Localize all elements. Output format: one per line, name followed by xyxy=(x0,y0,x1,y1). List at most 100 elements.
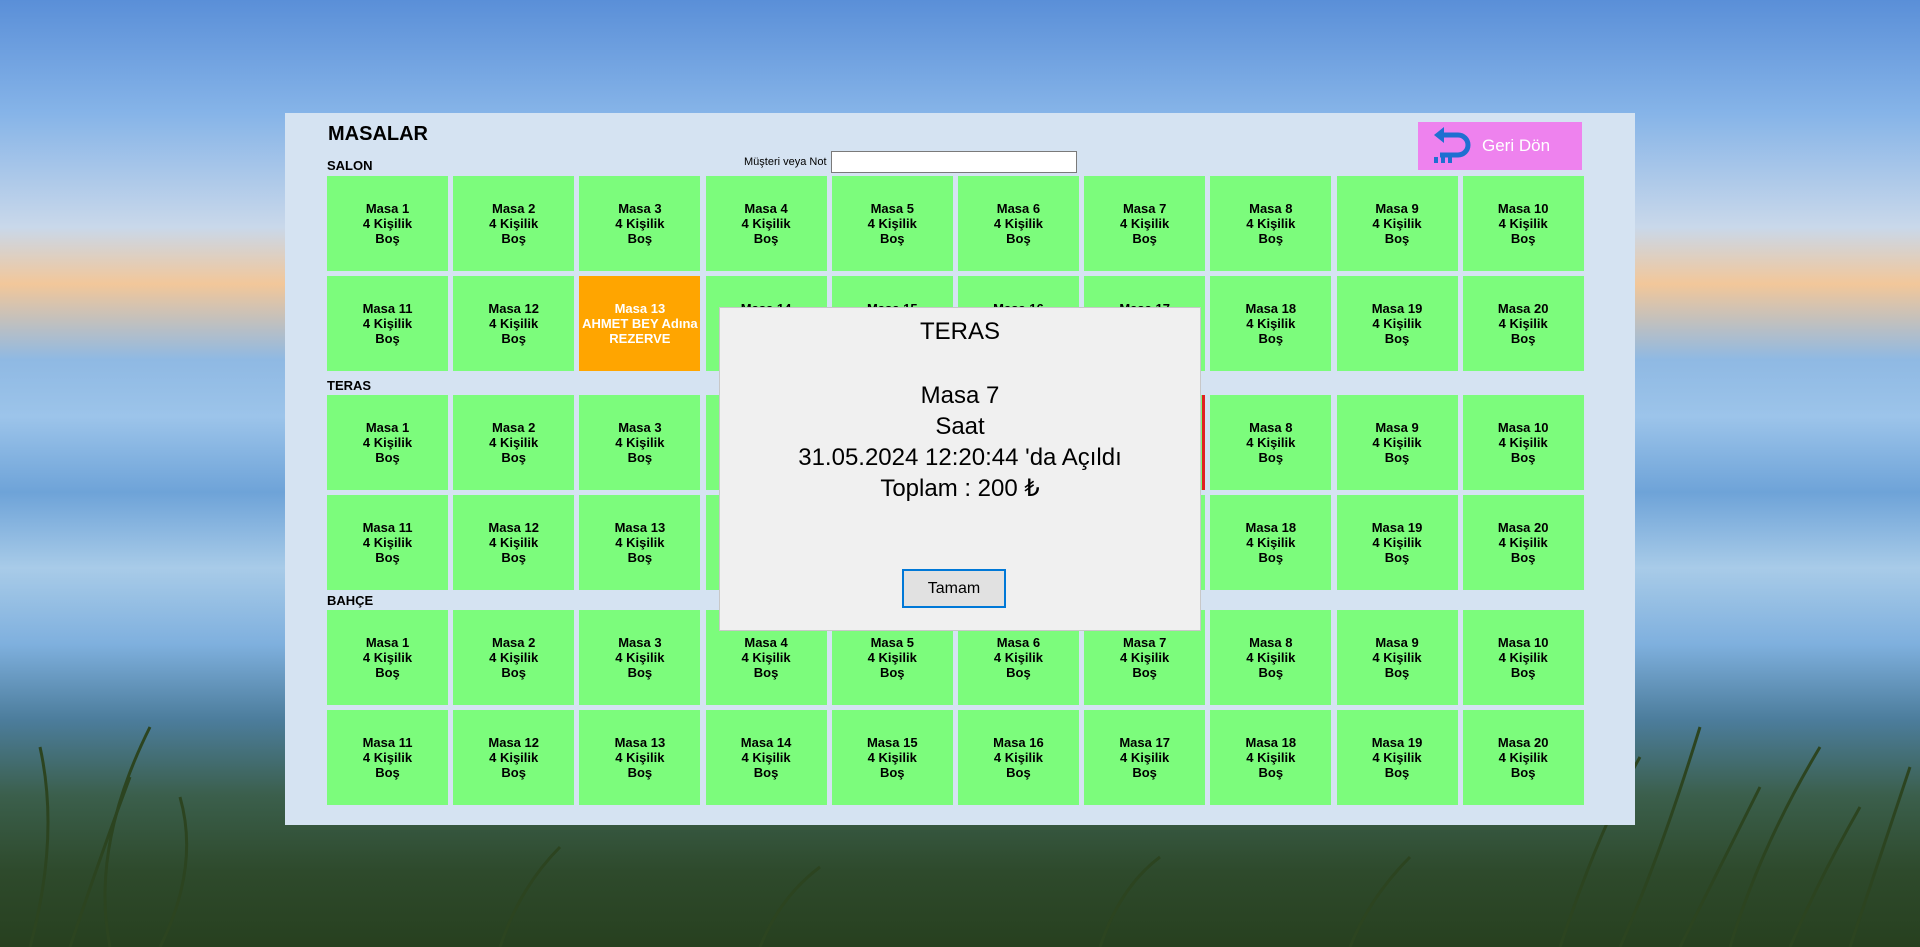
table-tile[interactable]: Masa 64 KişilikBoş xyxy=(957,176,1079,271)
table-status: Boş xyxy=(1258,331,1284,346)
table-tile[interactable]: Masa 24 Kişilik Boş xyxy=(453,176,575,271)
table-tile[interactable]: Masa 11 4 Kişilik Boş xyxy=(327,276,448,371)
table-tile[interactable]: Masa 13 4 Kişilik Boş xyxy=(579,495,701,590)
table-tile[interactable]: Masa 14 Kişilik Boş xyxy=(327,176,448,271)
table-capacity: 4 Kişilik xyxy=(1498,316,1548,331)
table-tile[interactable]: Masa 24 Kişilik Boş xyxy=(453,395,575,490)
table-capacity: 4 Kişilik xyxy=(1246,435,1296,450)
table-status: Boş xyxy=(1510,665,1536,680)
table-tile[interactable]: Masa 10 4 Kişilik Boş xyxy=(1462,176,1584,271)
table-tile[interactable]: Masa 84 Kişilik Boş xyxy=(1210,395,1332,490)
table-tile[interactable]: Masa 19 4 Kişilik Boş xyxy=(1336,276,1458,371)
table-status: Boş xyxy=(627,665,653,680)
table-tile[interactable]: Masa 12 4 Kişilik Boş xyxy=(453,276,575,371)
table-capacity: 4 Kişilik xyxy=(1120,216,1170,231)
table-tile[interactable]: Masa 34 Kişilik Boş xyxy=(579,176,701,271)
table-capacity: 4 Kişilik xyxy=(1246,535,1296,550)
dialog-total: Toplam : 200 ₺ xyxy=(880,475,1040,502)
table-tile[interactable]: Masa 13 AHMET BEY Adına REZERVE xyxy=(579,276,701,371)
table-tile[interactable]: Masa 13 4 Kişilik Boş xyxy=(579,710,701,805)
table-status: Boş xyxy=(627,231,653,246)
table-status: Boş xyxy=(501,550,526,565)
table-status: Boş xyxy=(501,665,526,680)
table-tile[interactable]: Masa 20 4 Kişilik Boş xyxy=(1462,276,1584,371)
table-tile[interactable]: Masa 12 4 Kişilik Boş xyxy=(453,495,575,590)
table-name: Masa 2 xyxy=(492,635,536,650)
table-name: Masa 8 xyxy=(1249,420,1293,435)
table-tile[interactable]: Masa 19 4 Kişilik Boş xyxy=(1336,710,1458,805)
table-status: Boş xyxy=(879,665,905,680)
table-status: Boş xyxy=(1132,231,1157,246)
table-tile[interactable]: Masa 154 KişilikBoş xyxy=(831,710,953,805)
table-name: Masa 17 xyxy=(1119,735,1170,750)
table-tile[interactable]: Masa 12 4 Kişilik Boş xyxy=(453,710,575,805)
table-status: Boş xyxy=(1384,450,1410,465)
table-tile[interactable]: Masa 84 Kişilik Boş xyxy=(1210,610,1332,705)
table-status: Boş xyxy=(501,331,526,346)
table-name: Masa 2 xyxy=(492,420,536,435)
table-tile[interactable]: Masa 164 KişilikBoş xyxy=(957,710,1079,805)
table-tile[interactable]: Masa 10 4 Kişilik Boş xyxy=(1462,395,1584,490)
back-button[interactable]: Geri Dön xyxy=(1418,122,1582,170)
table-name: Masa 13 xyxy=(614,735,666,750)
table-tile[interactable]: Masa 14 Kişilik Boş xyxy=(327,395,448,490)
table-capacity: 4 Kişilik xyxy=(993,750,1043,765)
table-status: Boş xyxy=(1258,231,1284,246)
table-status: Boş xyxy=(375,765,400,780)
table-status: Boş xyxy=(501,231,526,246)
table-name: Masa 9 xyxy=(1375,420,1419,435)
table-tile[interactable]: Masa 20 4 Kişilik Boş xyxy=(1462,710,1584,805)
table-name: Masa 12 xyxy=(488,520,539,535)
table-name: Masa 3 xyxy=(618,201,662,216)
table-name: Masa 18 xyxy=(1245,735,1297,750)
section-label-bahce: BAHÇE xyxy=(327,593,374,608)
table-tile[interactable]: Masa 11 4 Kişilik Boş xyxy=(327,495,448,590)
table-tile[interactable]: Masa 94 Kişilik Boş xyxy=(1336,176,1458,271)
table-tile[interactable]: Masa 18 4 Kişilik Boş xyxy=(1210,710,1332,805)
table-status: Boş xyxy=(501,765,526,780)
table-tile[interactable]: Masa 84 Kişilik Boş xyxy=(1210,176,1332,271)
table-tile[interactable]: Masa 19 4 Kişilik Boş xyxy=(1336,495,1458,590)
table-tile[interactable]: Masa 34 Kişilik Boş xyxy=(579,395,701,490)
table-status: Boş xyxy=(375,450,400,465)
table-capacity: 4 Kişilik xyxy=(1372,435,1422,450)
table-name: Masa 11 xyxy=(362,735,413,750)
table-tile[interactable]: Masa 11 4 Kişilik Boş xyxy=(327,710,448,805)
table-name: Masa 3 xyxy=(618,635,662,650)
page-title: MASALAR xyxy=(328,123,428,145)
table-name: Masa 8 xyxy=(1249,635,1293,650)
table-name: Masa 6 xyxy=(996,201,1041,216)
table-name: Masa 13 xyxy=(614,301,666,316)
back-button-label: Geri Dön xyxy=(1482,136,1551,155)
table-tile[interactable]: Masa 44 KişilikBoş xyxy=(705,176,827,271)
table-status: Boş xyxy=(1132,665,1157,680)
table-capacity: 4 Kişilik xyxy=(362,316,413,331)
table-tile[interactable]: Masa 20 4 Kişilik Boş xyxy=(1462,495,1584,590)
table-tile[interactable]: Masa 34 Kişilik Boş xyxy=(579,610,701,705)
table-tile[interactable]: Masa 74 KişilikBoş xyxy=(1084,176,1206,271)
table-tile[interactable]: Masa 18 4 Kişilik Boş xyxy=(1210,276,1332,371)
table-name: Masa 12 xyxy=(488,301,539,316)
table-tile[interactable]: Masa 14 Kişilik Boş xyxy=(327,610,448,705)
table-tile[interactable]: Masa 94 Kişilik Boş xyxy=(1336,395,1458,490)
table-tile[interactable]: Masa 24 Kişilik Boş xyxy=(453,610,575,705)
back-arrow-icon xyxy=(1434,127,1471,163)
table-status: Boş xyxy=(375,231,400,246)
table-name: Masa 6 xyxy=(996,635,1041,650)
table-status: Boş xyxy=(1258,665,1284,680)
table-status: Boş xyxy=(1258,550,1284,565)
ok-button[interactable]: Tamam xyxy=(902,569,1006,608)
table-tile[interactable]: Masa 10 4 Kişilik Boş xyxy=(1462,610,1584,705)
table-tile[interactable]: Masa 174 KişilikBoş xyxy=(1084,710,1206,805)
table-tile[interactable]: Masa 54 KişilikBoş xyxy=(831,176,953,271)
table-capacity: 4 Kişilik xyxy=(1120,650,1170,665)
table-status: Boş xyxy=(1510,331,1536,346)
table-tile[interactable]: Masa 144 KişilikBoş xyxy=(705,710,827,805)
table-status: Boş xyxy=(879,231,905,246)
table-capacity: 4 Kişilik xyxy=(1498,750,1548,765)
table-tile[interactable]: Masa 94 Kişilik Boş xyxy=(1336,610,1458,705)
note-input[interactable] xyxy=(831,151,1077,173)
table-name: Masa 20 xyxy=(1497,520,1549,535)
table-tile[interactable]: Masa 18 4 Kişilik Boş xyxy=(1210,495,1332,590)
table-capacity: 4 Kişilik xyxy=(1120,750,1170,765)
